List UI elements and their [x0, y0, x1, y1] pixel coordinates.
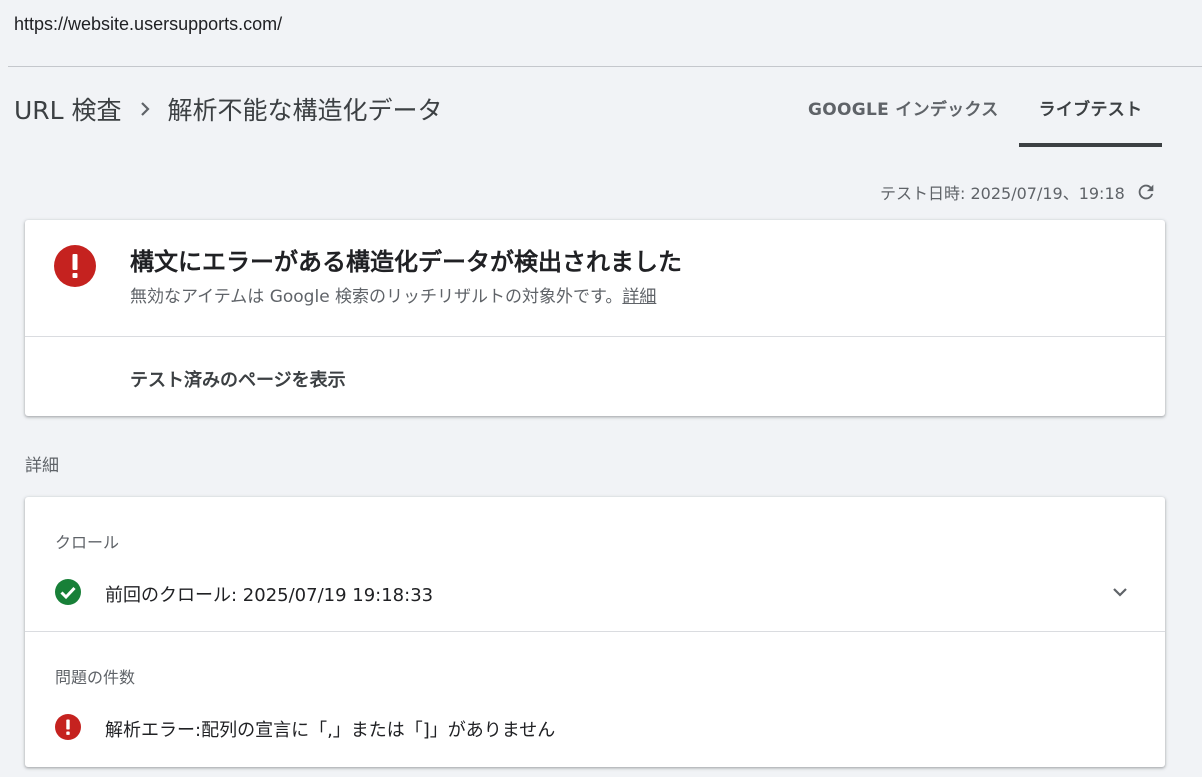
tab-google-index[interactable]: GOOGLE インデックス — [788, 67, 1019, 147]
test-timestamp: テスト日時: 2025/07/19、19:18 — [880, 180, 1157, 204]
chevron-down-icon[interactable] — [1107, 579, 1133, 605]
breadcrumb-root[interactable]: URL 検査 — [14, 91, 122, 127]
issues-heading: 問題の件数 — [55, 668, 136, 687]
details-card: クロール 前回のクロール: 2025/07/19 19:18:33 問題の件数 … — [25, 497, 1165, 767]
issue-item-text[interactable]: 解析エラー:配列の宣言に「,」または「]」がありません — [105, 716, 555, 742]
error-icon — [54, 245, 96, 287]
card-divider — [25, 336, 1165, 337]
test-timestamp-text: テスト日時: 2025/07/19、19:18 — [880, 184, 1125, 203]
error-icon — [55, 714, 81, 740]
view-tested-page-button[interactable]: テスト済みのページを表示 — [130, 366, 346, 392]
check-circle-icon — [55, 579, 81, 605]
status-card: 構文にエラーがある構造化データが検出されました 無効なアイテムは Google … — [25, 220, 1165, 416]
details-section-label: 詳細 — [25, 456, 59, 476]
page-title: 解析不能な構造化データ — [167, 96, 443, 125]
tab-live-test[interactable]: ライブテスト — [1018, 67, 1163, 147]
refresh-icon[interactable] — [1135, 181, 1157, 203]
address-bar[interactable]: https://website.usersupports.com/ — [0, 0, 1202, 66]
last-crawl-text: 前回のクロール: 2025/07/19 19:18:33 — [105, 585, 434, 606]
url-text[interactable]: https://website.usersupports.com/ — [14, 14, 282, 35]
details-link[interactable]: 詳細 — [622, 287, 656, 307]
page-header: URL 検査 解析不能な構造化データ GOOGLE インデックス ライブテスト — [0, 67, 1202, 147]
tab-bar: GOOGLE インデックス ライブテスト — [788, 67, 1163, 147]
status-subtitle-text: 無効なアイテムは Google 検索のリッチリザルトの対象外です。 — [130, 287, 623, 307]
breadcrumb: URL 検査 解析不能な構造化データ — [14, 91, 443, 127]
crawl-heading: クロール — [55, 533, 120, 552]
status-title: 構文にエラーがある構造化データが検出されました — [130, 248, 682, 276]
chevron-right-icon — [122, 94, 168, 124]
card-divider — [25, 631, 1165, 632]
status-subtitle: 無効なアイテムは Google 検索のリッチリザルトの対象外です。詳細 — [130, 282, 656, 307]
